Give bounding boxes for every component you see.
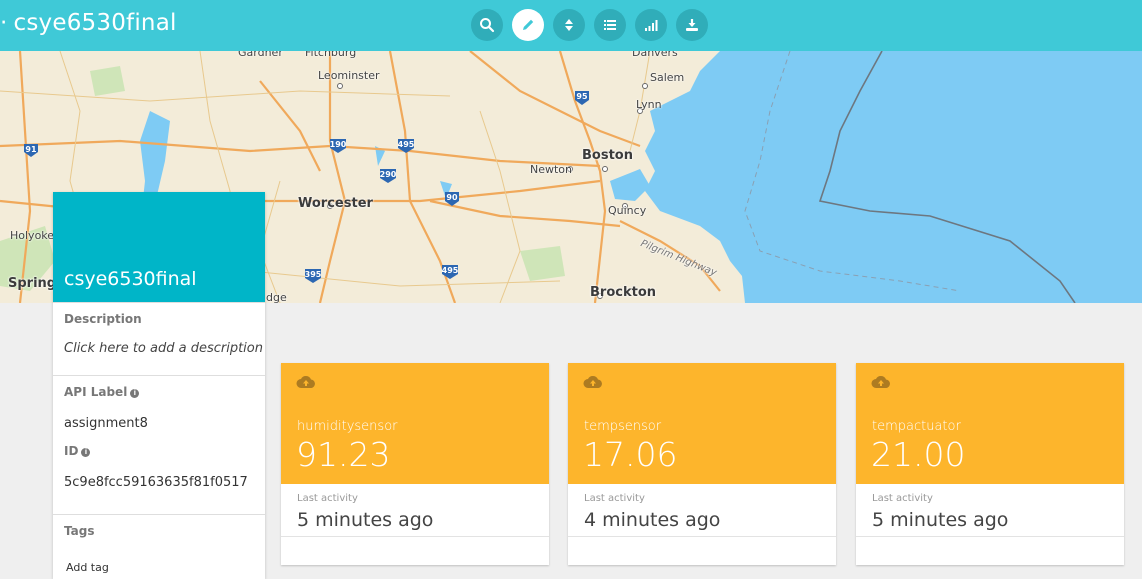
toolbar bbox=[471, 9, 708, 42]
variable-name: tempactuator bbox=[872, 419, 961, 434]
map-label: Boston bbox=[582, 148, 633, 163]
list-button[interactable] bbox=[594, 9, 626, 41]
map-label: Worcester bbox=[298, 196, 373, 211]
cloud-upload-icon bbox=[296, 376, 315, 388]
add-tag-link[interactable]: Add tag bbox=[64, 561, 254, 574]
signal-button[interactable] bbox=[635, 9, 667, 41]
sort-button[interactable] bbox=[553, 9, 585, 41]
last-activity-value: 5 minutes ago bbox=[872, 509, 1009, 531]
description-field[interactable]: Click here to add a description bbox=[64, 341, 263, 356]
map-label: Lynn bbox=[636, 98, 662, 111]
device-header: csye6530final bbox=[53, 192, 265, 302]
svg-text:90: 90 bbox=[446, 193, 458, 202]
last-activity-label: Last activity bbox=[584, 493, 645, 504]
last-activity-label: Last activity bbox=[297, 493, 358, 504]
variable-card-top: tempactuator 21.00 bbox=[856, 363, 1124, 484]
last-activity-value: 4 minutes ago bbox=[584, 509, 721, 531]
description-label: Description bbox=[64, 312, 142, 326]
variable-value: 17.06 bbox=[583, 435, 678, 474]
info-icon[interactable]: i bbox=[130, 389, 140, 398]
variable-value: 91.23 bbox=[296, 435, 391, 474]
edit-button[interactable] bbox=[512, 9, 544, 41]
svg-text:290: 290 bbox=[380, 170, 397, 179]
map-label: Gardner bbox=[238, 51, 283, 59]
map-label: Danvers bbox=[632, 51, 678, 59]
api-label-label: API Label bbox=[64, 385, 128, 399]
map-label: Fitchburg bbox=[305, 51, 357, 59]
svg-text:495: 495 bbox=[442, 266, 459, 275]
map-label: Newton bbox=[530, 163, 573, 176]
svg-text:495: 495 bbox=[398, 140, 415, 149]
variable-value: 21.00 bbox=[871, 435, 966, 474]
variable-card-footer: Last activity 5 minutes ago bbox=[281, 484, 549, 537]
tags-label: Tags bbox=[64, 524, 95, 538]
device-name: csye6530final bbox=[64, 268, 197, 290]
api-label-heading: API Label i bbox=[64, 385, 254, 399]
device-title: csye6530final bbox=[13, 10, 177, 36]
svg-text:95: 95 bbox=[576, 92, 588, 101]
pencil-icon bbox=[523, 19, 534, 30]
download-button[interactable] bbox=[676, 9, 708, 41]
api-section: API Label i assignment8 ID i 5c9e8fcc59163… bbox=[53, 375, 265, 514]
variable-card-footer: Last activity 4 minutes ago bbox=[568, 484, 836, 537]
search-icon bbox=[480, 18, 495, 33]
api-label-value[interactable]: assignment8 bbox=[64, 416, 254, 431]
description-section: Description Click here to add a descript… bbox=[53, 302, 265, 375]
variable-name: humiditysensor bbox=[297, 419, 398, 434]
svg-text:91: 91 bbox=[25, 145, 37, 154]
last-activity-label: Last activity bbox=[872, 493, 933, 504]
list-icon bbox=[604, 20, 616, 30]
map-label: Brockton bbox=[590, 285, 657, 300]
variable-card[interactable]: tempactuator 21.00 Last activity 5 minut… bbox=[856, 363, 1124, 565]
cloud-upload-icon bbox=[871, 376, 890, 388]
map-label: Leominster bbox=[318, 69, 380, 82]
map-label: Salem bbox=[650, 71, 685, 84]
id-heading: ID i bbox=[64, 444, 254, 458]
tags-section: Tags Add tag bbox=[53, 514, 265, 574]
download-icon bbox=[686, 19, 698, 31]
cloud-upload-icon bbox=[583, 376, 602, 388]
id-value: 5c9e8fcc59163635f81f0517 bbox=[64, 475, 248, 490]
svg-text:190: 190 bbox=[330, 140, 347, 149]
variable-card[interactable]: tempsensor 17.06 Last activity 4 minutes… bbox=[568, 363, 836, 565]
variable-card-top: humiditysensor 91.23 bbox=[281, 363, 549, 484]
info-icon[interactable]: i bbox=[81, 448, 91, 457]
svg-text:395: 395 bbox=[305, 270, 322, 279]
map-label: dge bbox=[266, 291, 287, 303]
id-label: ID bbox=[64, 444, 79, 458]
variable-card-top: tempsensor 17.06 bbox=[568, 363, 836, 484]
last-activity-value: 5 minutes ago bbox=[297, 509, 434, 531]
device-card: csye6530final Description Click here to … bbox=[53, 192, 265, 579]
page-title: · csye6530final bbox=[0, 10, 177, 36]
map-label: Holyoke bbox=[10, 229, 55, 242]
top-bar: · csye6530final bbox=[0, 0, 1142, 51]
map-label: Quincy bbox=[608, 204, 647, 217]
sort-icon bbox=[565, 19, 573, 31]
variable-name: tempsensor bbox=[584, 419, 662, 434]
variable-card-footer: Last activity 5 minutes ago bbox=[856, 484, 1124, 537]
variable-card[interactable]: humiditysensor 91.23 Last activity 5 min… bbox=[281, 363, 549, 565]
map-label: Spring bbox=[8, 276, 57, 291]
search-button[interactable] bbox=[471, 9, 503, 41]
bullet-icon: · bbox=[0, 10, 8, 36]
signal-bars-icon bbox=[645, 20, 658, 31]
